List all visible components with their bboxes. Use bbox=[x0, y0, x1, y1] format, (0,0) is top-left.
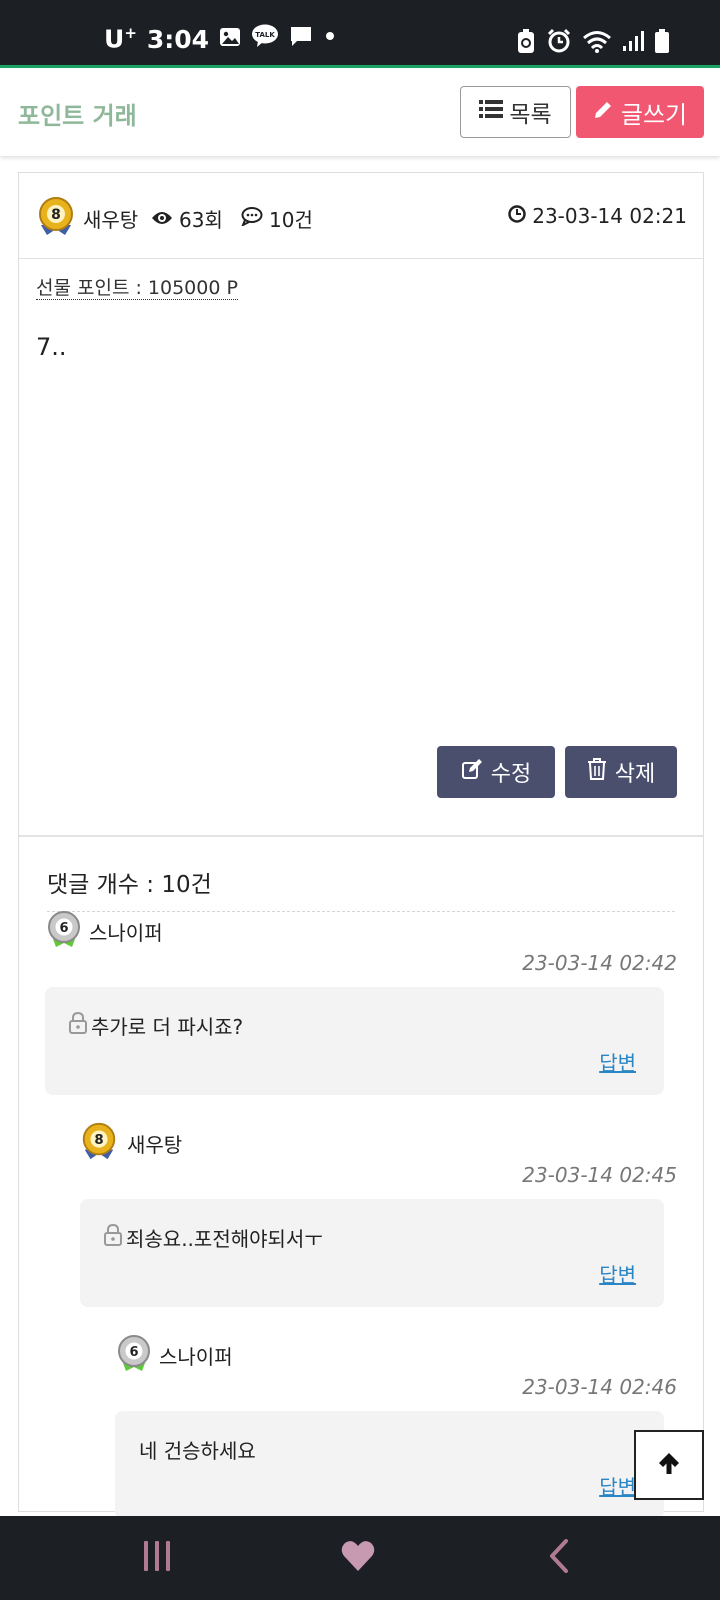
post-meta: 8 새우탕 63회 10건 23-03-14 02:21 bbox=[19, 173, 703, 259]
comments-count: 10건 bbox=[269, 208, 313, 232]
kakaotalk-icon: TALK bbox=[251, 24, 279, 54]
recent-apps-icon[interactable] bbox=[140, 1538, 174, 1578]
comment-box: 네 건승하세요 답변 bbox=[115, 1411, 664, 1519]
comment-author: 6 스나이퍼 bbox=[47, 909, 163, 954]
app-header: 포인트 거래 목록 글쓰기 bbox=[0, 68, 720, 156]
level-badge-icon: 8 bbox=[35, 195, 77, 241]
comment-author: 8 새우탕 bbox=[79, 1121, 182, 1166]
lock-icon bbox=[69, 1011, 87, 1039]
comment-author-name[interactable]: 새우탕 bbox=[127, 1129, 182, 1158]
carrier-label: U+ bbox=[104, 24, 137, 54]
page-title: 포인트 거래 bbox=[18, 102, 137, 130]
trash-icon bbox=[587, 758, 607, 786]
post-body: 7.. bbox=[36, 333, 67, 361]
comment-box: 추가로 더 파시죠? 답변 bbox=[45, 987, 664, 1095]
system-nav-bar bbox=[0, 1516, 720, 1600]
comment-count-heading: 댓글 개수 : 10건 bbox=[47, 865, 675, 912]
edit-button[interactable]: 수정 bbox=[437, 746, 555, 798]
comment-date: 23-03-14 02:45 bbox=[522, 1163, 677, 1187]
battery-icon bbox=[654, 28, 670, 58]
write-button-label: 글쓰기 bbox=[620, 100, 688, 129]
wifi-icon bbox=[582, 29, 612, 57]
comment-box: 죄송요..포전해야되서ㅜ 답변 bbox=[80, 1199, 664, 1307]
comment-date: 23-03-14 02:46 bbox=[522, 1375, 677, 1399]
clock: 3:04 bbox=[146, 24, 210, 54]
post-date-text: 23-03-14 02:21 bbox=[532, 204, 687, 228]
comment-text: 죄송요..포전해야되서ㅜ bbox=[104, 1223, 323, 1252]
comment-bubble-icon bbox=[241, 206, 263, 231]
post-views: 63회 bbox=[151, 204, 223, 233]
post-author[interactable]: 새우탕 bbox=[83, 204, 138, 233]
post-date: 23-03-14 02:21 bbox=[508, 204, 687, 228]
status-bar-left: U+ 3:04 TALK bbox=[104, 24, 337, 54]
svg-text:TALK: TALK bbox=[255, 31, 275, 39]
reply-link[interactable]: 답변 bbox=[599, 1471, 636, 1500]
edit-icon bbox=[461, 758, 483, 786]
comment-text: 추가로 더 파시죠? bbox=[69, 1011, 243, 1040]
comment-text: 네 건승하세요 bbox=[139, 1435, 256, 1464]
reply-link[interactable]: 답변 bbox=[599, 1259, 636, 1288]
status-bar: U+ 3:04 TALK bbox=[0, 0, 720, 68]
write-button[interactable]: 글쓰기 bbox=[576, 86, 704, 138]
comment-author-name[interactable]: 스나이퍼 bbox=[89, 917, 163, 946]
comment-author: 6 스나이퍼 bbox=[117, 1333, 233, 1378]
edit-button-label: 수정 bbox=[490, 762, 532, 787]
message-icon bbox=[289, 24, 313, 54]
lock-icon bbox=[104, 1223, 122, 1251]
section-divider bbox=[19, 835, 703, 837]
post-card: 8 새우탕 63회 10건 23-03-14 02:21 선물 포인트 : 10… bbox=[18, 172, 704, 1519]
level-badge-icon: 6 bbox=[117, 1333, 151, 1378]
post-comments-count: 10건 bbox=[241, 204, 313, 233]
home-heart-icon[interactable] bbox=[340, 1538, 376, 1578]
alarm-icon bbox=[546, 28, 572, 58]
svg-text:8: 8 bbox=[51, 207, 61, 223]
comment-text-content: 죄송요..포전해야되서ㅜ bbox=[126, 1227, 323, 1251]
delete-button[interactable]: 삭제 bbox=[565, 746, 677, 798]
dot-icon bbox=[323, 24, 337, 54]
level-badge-icon: 8 bbox=[79, 1121, 119, 1166]
gift-points: 선물 포인트 : 105000 P bbox=[36, 277, 238, 300]
recycle-battery-icon bbox=[516, 28, 536, 58]
reply-link[interactable]: 답변 bbox=[599, 1047, 636, 1076]
views-count: 63회 bbox=[179, 208, 223, 232]
comment-author-name[interactable]: 스나이퍼 bbox=[159, 1341, 233, 1370]
level-badge-icon: 6 bbox=[47, 909, 81, 954]
scroll-top-button[interactable] bbox=[634, 1430, 704, 1500]
svg-text:8: 8 bbox=[94, 1133, 103, 1148]
list-icon bbox=[479, 99, 504, 125]
pencil-icon bbox=[593, 98, 613, 126]
comment-text-content: 추가로 더 파시죠? bbox=[91, 1015, 244, 1039]
eye-icon bbox=[151, 207, 173, 231]
comment-date: 23-03-14 02:42 bbox=[522, 951, 677, 975]
back-icon[interactable] bbox=[546, 1538, 572, 1578]
delete-button-label: 삭제 bbox=[614, 762, 656, 787]
list-button-label: 목록 bbox=[509, 102, 552, 128]
svg-text:6: 6 bbox=[59, 921, 68, 936]
clock-icon bbox=[508, 204, 526, 228]
signal-icon bbox=[622, 30, 644, 56]
comment-text-content: 네 건승하세요 bbox=[139, 1439, 256, 1463]
list-button[interactable]: 목록 bbox=[460, 86, 571, 138]
svg-text:6: 6 bbox=[129, 1345, 138, 1360]
status-bar-right bbox=[516, 28, 670, 58]
gallery-icon bbox=[219, 25, 241, 54]
arrow-up-icon bbox=[656, 1450, 682, 1480]
